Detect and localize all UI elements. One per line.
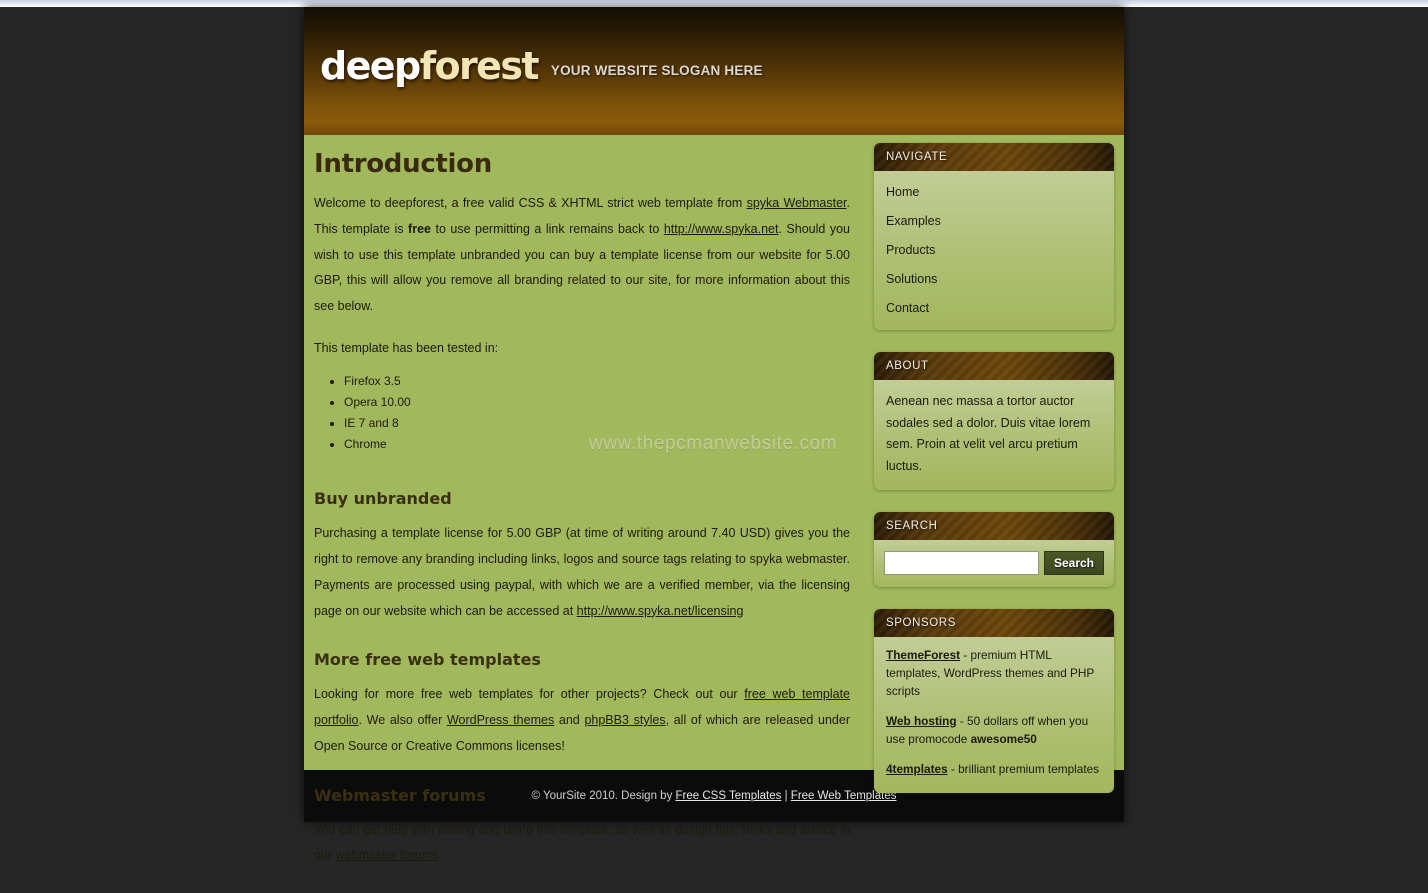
sidebar-item-contact[interactable]: Contact bbox=[874, 293, 1114, 322]
sponsor-item-4templates: 4templates - brilliant premium templates bbox=[886, 761, 1102, 779]
sidebar-item-label[interactable]: Home bbox=[874, 177, 1114, 206]
site-slogan: YOUR WEBSITE SLOGAN HERE bbox=[550, 63, 763, 78]
browser-list: Firefox 3.5 Opera 10.00 IE 7 and 8 Chrom… bbox=[314, 372, 852, 454]
sidebar-item-label[interactable]: Solutions bbox=[874, 264, 1114, 293]
site-logo[interactable]: deepforest bbox=[320, 44, 540, 88]
search-heading: SEARCH bbox=[874, 512, 1114, 540]
licensing-link[interactable]: http://www.spyka.net/licensing bbox=[577, 604, 744, 618]
wordpress-themes-link[interactable]: WordPress themes bbox=[447, 713, 554, 727]
sponsor-item-themeforest: ThemeForest - premium HTML templates, Wo… bbox=[886, 647, 1102, 701]
themeforest-link[interactable]: ThemeForest bbox=[886, 648, 960, 662]
navigation-list: Home Examples Products Solutions Contact bbox=[874, 171, 1114, 330]
more-templates-heading: More free web templates bbox=[314, 650, 541, 670]
sidebar-item-label[interactable]: Contact bbox=[874, 293, 1114, 322]
sidebar: NAVIGATE Home Examples Products Solution… bbox=[874, 135, 1124, 793]
fourtemplates-link[interactable]: 4templates bbox=[886, 762, 948, 776]
sponsors-box: SPONSORS ThemeForest - premium HTML temp… bbox=[874, 609, 1114, 793]
buy-unbranded-heading: Buy unbranded bbox=[314, 489, 452, 509]
spyka-webmaster-link[interactable]: spyka Webmaster bbox=[747, 196, 847, 210]
intro-bold-free: free bbox=[408, 221, 431, 236]
spyka-net-link[interactable]: http://www.spyka.net bbox=[664, 222, 779, 236]
search-button[interactable]: Search bbox=[1044, 551, 1104, 575]
sidebar-item-home[interactable]: Home bbox=[874, 177, 1114, 206]
sidebar-item-label[interactable]: Products bbox=[874, 235, 1114, 264]
list-item: Opera 10.00 bbox=[344, 393, 852, 411]
list-item: Firefox 3.5 bbox=[344, 372, 852, 390]
body-area: Introduction Welcome to deepforest, a fr… bbox=[304, 135, 1124, 862]
search-box: SEARCH Search bbox=[874, 512, 1114, 587]
sponsor-item-webhosting: Web hosting - 50 dollars off when you us… bbox=[886, 713, 1102, 749]
promocode-value: awesome50 bbox=[970, 731, 1037, 746]
webmaster-forums-heading: Webmaster forums bbox=[314, 785, 486, 805]
tested-in-paragraph: This template has been tested in: bbox=[314, 340, 499, 355]
intro-paragraph: Welcome to deepforest, a free valid CSS … bbox=[314, 191, 852, 320]
search-input[interactable] bbox=[884, 551, 1039, 575]
fourtemplates-text: - brilliant premium templates bbox=[947, 761, 1100, 776]
list-item: IE 7 and 8 bbox=[344, 414, 852, 432]
logo-block[interactable]: deepforest YOUR WEBSITE SLOGAN HERE bbox=[320, 47, 763, 85]
list-item: Chrome bbox=[344, 435, 852, 453]
site-header: deepforest YOUR WEBSITE SLOGAN HERE bbox=[304, 7, 1124, 135]
more-text-2: . We also offer bbox=[358, 713, 447, 728]
about-box: ABOUT Aenean nec massa a tortor auctor s… bbox=[874, 352, 1114, 490]
sidebar-item-examples[interactable]: Examples bbox=[874, 206, 1114, 235]
more-templates-paragraph: Looking for more free web templates for … bbox=[314, 682, 852, 759]
about-heading: ABOUT bbox=[874, 352, 1114, 380]
phpbb3-styles-link[interactable]: phpBB3 styles bbox=[584, 713, 665, 727]
webmaster-forums-link[interactable]: webmaster forums bbox=[336, 848, 439, 862]
sponsors-body: ThemeForest - premium HTML templates, Wo… bbox=[874, 637, 1114, 793]
sidebar-item-products[interactable]: Products bbox=[874, 235, 1114, 264]
page-container: deepforest YOUR WEBSITE SLOGAN HERE Intr… bbox=[304, 7, 1124, 862]
navigate-body: Home Examples Products Solutions Contact bbox=[874, 171, 1114, 330]
sidebar-item-solutions[interactable]: Solutions bbox=[874, 264, 1114, 293]
navigate-box: NAVIGATE Home Examples Products Solution… bbox=[874, 143, 1114, 330]
search-body: Search bbox=[874, 540, 1114, 587]
main-content: Introduction Welcome to deepforest, a fr… bbox=[304, 135, 874, 862]
more-text-1: Looking for more free web templates for … bbox=[314, 687, 745, 702]
intro-text-3: to use permitting a link remains back to bbox=[430, 221, 664, 236]
logo-text-deep: deep bbox=[320, 44, 421, 88]
about-text: Aenean nec massa a tortor auctor sodales… bbox=[886, 394, 1091, 473]
sponsors-heading: SPONSORS bbox=[874, 609, 1114, 637]
more-text-3: and bbox=[554, 713, 585, 728]
buy-unbranded-paragraph: Purchasing a template license for 5.00 G… bbox=[314, 521, 852, 624]
logo-text-forest: forest bbox=[419, 44, 540, 88]
web-hosting-link[interactable]: Web hosting bbox=[886, 714, 957, 728]
navigate-heading: NAVIGATE bbox=[874, 143, 1114, 171]
about-body: Aenean nec massa a tortor auctor sodales… bbox=[874, 380, 1114, 490]
browser-top-strip bbox=[0, 0, 1428, 7]
webmaster-forums-paragraph: You can get help with editing and using … bbox=[314, 818, 852, 870]
page-title: Introduction bbox=[314, 149, 492, 179]
intro-text-1: Welcome to deepforest, a free valid CSS … bbox=[314, 196, 747, 210]
sidebar-item-label[interactable]: Examples bbox=[874, 206, 1114, 235]
